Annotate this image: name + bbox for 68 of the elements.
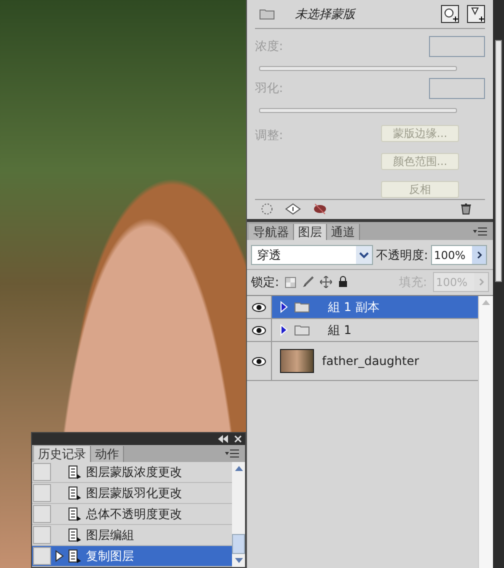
history-label: 复制图层: [86, 548, 134, 564]
folder-icon: [259, 8, 275, 20]
panel-tab[interactable]: 历史记录: [34, 446, 91, 462]
pixel-mask-icon[interactable]: [441, 5, 459, 23]
collapse-icon[interactable]: [218, 435, 228, 443]
eye-icon[interactable]: [252, 326, 266, 334]
brush-icon[interactable]: [302, 276, 314, 288]
history-label: 图层蒙版浓度更改: [86, 464, 182, 480]
folder-icon: [294, 301, 310, 313]
value-field[interactable]: [429, 78, 485, 99]
opacity-label: 不透明度:: [376, 246, 428, 264]
layer-row[interactable]: 組 1 副本: [247, 296, 478, 319]
history-item[interactable]: 图层蒙版浓度更改: [32, 462, 232, 483]
expand-triangle-icon[interactable]: [280, 324, 288, 336]
panel-tab[interactable]: 导航器: [249, 224, 294, 240]
history-label: 总体不透明度更改: [86, 506, 182, 522]
document-icon: [68, 506, 82, 522]
history-label: 图层编組: [86, 526, 134, 544]
mask-setting-label: 羽化:: [255, 80, 284, 97]
blend-mode-dropdown[interactable]: 穿透: [251, 245, 373, 265]
eye-icon[interactable]: [252, 302, 266, 312]
lock-icon[interactable]: [338, 276, 348, 288]
lock-label: 锁定:: [251, 274, 280, 290]
scroll-thumb[interactable]: [232, 534, 245, 554]
history-item[interactable]: 总体不透明度更改: [32, 504, 232, 525]
document-icon: [68, 548, 82, 564]
layer-row[interactable]: 組 1: [247, 319, 478, 342]
document-icon: [68, 528, 82, 542]
chevron-down-icon[interactable]: [359, 252, 369, 258]
history-item[interactable]: 复制图层: [32, 546, 232, 567]
diamond-icon[interactable]: [285, 203, 301, 215]
value-field[interactable]: [429, 36, 485, 57]
arrow-right-icon[interactable]: [476, 251, 482, 259]
close-icon[interactable]: [234, 435, 242, 443]
document-icon: [68, 486, 82, 500]
dock-scrollbar[interactable]: [493, 0, 504, 568]
mask-setting-label: 浓度:: [255, 38, 284, 55]
history-item[interactable]: 图层蒙版羽化更改: [32, 483, 232, 504]
scrollbar[interactable]: [478, 296, 493, 568]
layer-name: father_daughter: [322, 354, 420, 368]
layer-name: 組 1 副本: [328, 298, 380, 316]
panel-tab[interactable]: 动作: [91, 446, 124, 462]
trash-icon[interactable]: [461, 203, 471, 215]
adjust-label: 调整:: [255, 127, 284, 144]
eye-crossed-icon[interactable]: [313, 203, 327, 215]
opacity-field[interactable]: 100%: [431, 245, 488, 265]
lock-transparency-icon[interactable]: [285, 276, 296, 288]
panel-tab[interactable]: 通道: [327, 224, 360, 240]
document-icon: [68, 464, 82, 480]
history-label: 图层蒙版羽化更改: [86, 484, 182, 502]
layer-thumbnail: [280, 349, 314, 373]
eye-icon[interactable]: [252, 356, 266, 366]
folder-icon: [294, 324, 310, 336]
panel-menu-icon[interactable]: [225, 449, 239, 458]
expand-triangle-icon[interactable]: [280, 301, 288, 313]
dotted-circle-icon[interactable]: [261, 203, 273, 215]
layer-name: 組 1: [328, 322, 352, 338]
scrollbar[interactable]: [232, 462, 245, 567]
arrow-down-icon[interactable]: [234, 558, 242, 563]
layer-row[interactable]: father_daughter: [247, 342, 478, 381]
history-state-marker-icon: [55, 550, 64, 562]
panel-tab[interactable]: 图层: [294, 224, 327, 240]
move-icon[interactable]: [320, 276, 332, 288]
panel-menu-icon[interactable]: [473, 227, 487, 236]
arrow-up-icon[interactable]: [234, 466, 242, 471]
vector-mask-icon[interactable]: [467, 5, 485, 23]
arrow-right-icon: [478, 278, 484, 286]
mask-status-label: 未选择蒙版: [295, 6, 355, 22]
